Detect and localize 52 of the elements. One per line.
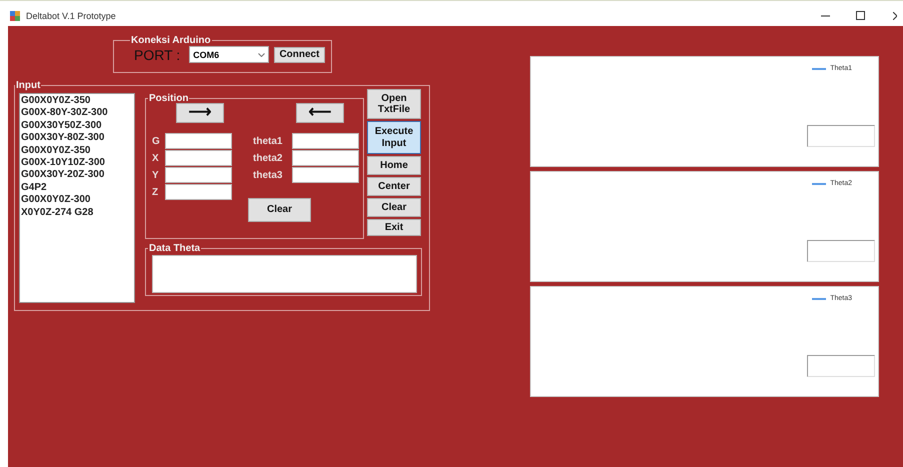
input-field[interactable] bbox=[292, 150, 359, 166]
gcode-line[interactable]: G00X30Y-20Z-300 bbox=[21, 169, 133, 182]
maximize-icon[interactable] bbox=[856, 11, 865, 20]
gcode-line[interactable]: G00X-10Y10Z-300 bbox=[21, 157, 133, 170]
input-field[interactable] bbox=[292, 167, 359, 183]
group-title: Koneksi Arduino bbox=[130, 35, 212, 46]
field-label: Y bbox=[152, 170, 160, 180]
legend-line-icon bbox=[812, 68, 826, 70]
gcode-line[interactable]: G4P2 bbox=[21, 182, 133, 194]
gcode-line[interactable]: G00X30Y50Z-300 bbox=[21, 120, 133, 132]
field-label: Z bbox=[152, 186, 160, 198]
gcode-line[interactable]: G00X30Y-80Z-300 bbox=[21, 132, 133, 145]
field-label: theta1 bbox=[253, 136, 284, 146]
chevron-down-icon bbox=[258, 52, 265, 56]
value-field[interactable] bbox=[807, 125, 875, 147]
gcode-line[interactable]: G00X0Y0Z-350 bbox=[21, 95, 133, 108]
field-label: theta3 bbox=[253, 170, 284, 180]
gcode-line[interactable]: G00X0Y0Z-300 bbox=[21, 194, 133, 207]
arrow-button[interactable]: ⟵ bbox=[296, 103, 344, 123]
value-field[interactable] bbox=[807, 240, 875, 262]
input-field[interactable] bbox=[165, 150, 232, 166]
port-dropdown[interactable]: COM6 bbox=[189, 46, 269, 63]
field-label: G bbox=[152, 136, 161, 146]
input-field[interactable] bbox=[165, 167, 232, 183]
clear-button[interactable]: Clear bbox=[248, 198, 311, 222]
gcode-list[interactable]: G00X0Y0Z-350 G00X-80Y-30Z-300 G00X30Y50Z-300 G00X30Y-80Z-300 G00X0Y0Z-350 G00X-10Y10Z-300 G00X30Y-20Z-300 G4P2 G00X0Y0Z-300 X0Y0Z-274 G28 bbox=[19, 93, 135, 303]
field-label: theta2 bbox=[253, 152, 284, 164]
legend-line-icon bbox=[812, 182, 826, 184]
arrow-button[interactable]: ⟶ bbox=[176, 103, 224, 123]
input-field[interactable] bbox=[165, 184, 232, 200]
app-icon bbox=[10, 10, 20, 20]
group-title: Input bbox=[15, 80, 42, 91]
side-button[interactable]: Execute Input bbox=[367, 121, 421, 154]
side-button[interactable]: Center bbox=[367, 177, 421, 196]
group-title: Position bbox=[148, 93, 190, 104]
data-theta-field[interactable] bbox=[152, 255, 417, 293]
side-button[interactable]: Clear bbox=[367, 198, 421, 217]
group-title: Data Theta bbox=[148, 243, 202, 254]
side-button[interactable]: Open TxtFile bbox=[367, 89, 421, 119]
value-field[interactable] bbox=[807, 355, 875, 377]
gcode-line[interactable]: G00X0Y0Z-350 bbox=[21, 144, 133, 158]
window-title: Deltabot V.1 Prototype bbox=[26, 10, 117, 20]
gcode-line[interactable]: G00X-80Y-30Z-300 bbox=[21, 107, 133, 120]
side-button[interactable]: Exit bbox=[367, 219, 421, 236]
side-button[interactable]: Home bbox=[367, 156, 421, 175]
connect-button[interactable]: Connect bbox=[274, 46, 325, 62]
gcode-line[interactable]: X0Y0Z-274 G28 bbox=[21, 206, 133, 220]
input-field[interactable] bbox=[292, 133, 359, 149]
port-label: PORT : bbox=[134, 46, 180, 62]
input-field[interactable] bbox=[165, 133, 232, 149]
legend-line-icon bbox=[812, 298, 826, 300]
field-label: X bbox=[152, 152, 160, 164]
